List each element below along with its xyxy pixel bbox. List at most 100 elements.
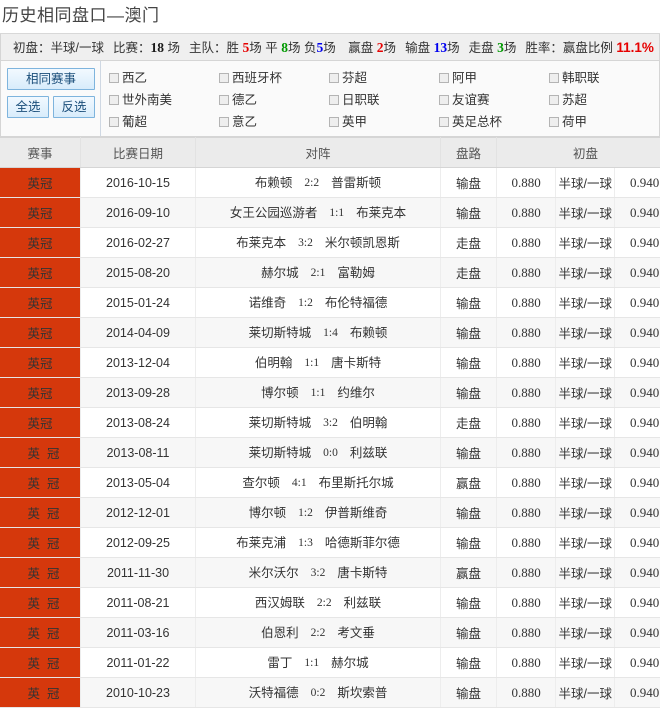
home-team: 女王公园巡游者: [230, 204, 318, 222]
league-checkbox-item[interactable]: 韩职联: [549, 67, 659, 89]
league-checkbox-item[interactable]: 芬超: [329, 67, 439, 89]
league-checkbox-item[interactable]: 世外非洲: [439, 133, 549, 136]
away-odds: 0.940: [615, 258, 660, 288]
league-checkbox-item[interactable]: 荷甲: [549, 111, 659, 133]
home-odds: 0.880: [497, 378, 556, 408]
header-league: 赛事: [0, 138, 81, 168]
checkbox-icon[interactable]: [549, 95, 559, 105]
match-fixture: 伯明翰1:1唐卡斯特: [196, 348, 441, 378]
stat-win-plate: 赢盘 2场: [348, 41, 396, 55]
checkbox-icon[interactable]: [109, 73, 119, 83]
table-row[interactable]: 英冠2015-08-20赫尔城2:1富勒姆走盘0.880半球/一球0.940: [0, 258, 660, 288]
league-checkbox-item[interactable]: 英足总杯: [439, 111, 549, 133]
match-date: 2011-01-22: [81, 648, 196, 678]
table-row[interactable]: 英冠2013-08-11莱切斯特城0:0利兹联输盘0.880半球/一球0.940: [0, 438, 660, 468]
page-title: 历史相同盘口—澳门: [0, 0, 660, 34]
league-checkbox-item[interactable]: 意乙: [219, 111, 329, 133]
checkbox-icon[interactable]: [439, 117, 449, 127]
away-team: 利兹联: [350, 444, 388, 462]
table-row[interactable]: 英冠2010-10-23沃特福德0:2斯坎索普输盘0.880半球/一球0.940: [0, 678, 660, 708]
checkbox-icon[interactable]: [219, 95, 229, 105]
league-checkbox-item[interactable]: 苏超: [549, 89, 659, 111]
league-checkbox-item[interactable]: 荷乙: [549, 133, 659, 136]
handicap-value: 半球/一球: [556, 408, 615, 438]
invert-selection-button[interactable]: 反选: [53, 96, 95, 118]
table-row[interactable]: 英冠2013-08-24莱切斯特城3:2伯明翰走盘0.880半球/一球0.940: [0, 408, 660, 438]
league-checkbox-item[interactable]: 友谊赛: [439, 89, 549, 111]
away-odds: 0.940: [615, 288, 660, 318]
checkbox-icon[interactable]: [219, 73, 229, 83]
home-odds: 0.880: [497, 408, 556, 438]
away-odds: 0.940: [615, 588, 660, 618]
plate-result: 赢盘: [441, 558, 497, 588]
league-checkbox-item[interactable]: 德乙: [219, 89, 329, 111]
away-odds: 0.940: [615, 678, 660, 708]
checkbox-icon[interactable]: [109, 95, 119, 105]
league-checkbox-item[interactable]: 日职联: [329, 89, 439, 111]
league-badge-label: 英冠: [0, 623, 87, 642]
match-score: 1:1: [311, 384, 326, 402]
match-date: 2011-11-30: [81, 558, 196, 588]
match-date: 2014-04-09: [81, 318, 196, 348]
league-checkbox-item[interactable]: 葡超: [109, 111, 219, 133]
table-row[interactable]: 英冠2016-09-10女王公园巡游者1:1布莱克本输盘0.880半球/一球0.…: [0, 198, 660, 228]
away-team: 利兹联: [344, 594, 382, 612]
same-league-button[interactable]: 相同赛事: [7, 68, 95, 90]
handicap-value: 半球/一球: [556, 648, 615, 678]
home-odds: 0.880: [497, 468, 556, 498]
league-badge: 英冠: [0, 318, 81, 348]
table-row[interactable]: 英冠2013-05-04查尔顿4:1布里斯托尔城赢盘0.880半球/一球0.94…: [0, 468, 660, 498]
league-badge: 英冠: [0, 648, 81, 678]
home-team: 雷丁: [267, 654, 292, 672]
table-row[interactable]: 英冠2016-02-27布莱克本3:2米尔顿凯恩斯走盘0.880半球/一球0.9…: [0, 228, 660, 258]
checkbox-icon[interactable]: [219, 117, 229, 127]
handicap-value: 半球/一球: [556, 258, 615, 288]
league-checkbox-item[interactable]: 阿甲: [439, 67, 549, 89]
match-fixture: 莱切斯特城0:0利兹联: [196, 438, 441, 468]
checkbox-icon[interactable]: [549, 73, 559, 83]
table-row[interactable]: 英冠2013-12-04伯明翰1:1唐卡斯特输盘0.880半球/一球0.940: [0, 348, 660, 378]
match-date: 2012-12-01: [81, 498, 196, 528]
checkbox-icon[interactable]: [439, 73, 449, 83]
table-row[interactable]: 英冠2011-08-21西汉姆联2:2利兹联输盘0.880半球/一球0.940: [0, 588, 660, 618]
checkbox-icon[interactable]: [439, 95, 449, 105]
header-match: 对阵: [196, 138, 441, 168]
league-checkbox-item[interactable]: 世外欧洲: [219, 133, 329, 136]
league-checkbox-item[interactable]: 瑞典超: [109, 133, 219, 136]
league-checkbox-item[interactable]: 世外南美: [109, 89, 219, 111]
table-row[interactable]: 英冠2015-01-24诺维奇1:2布伦特福德输盘0.880半球/一球0.940: [0, 288, 660, 318]
league-checkbox-label: 意乙: [232, 111, 257, 133]
home-odds: 0.880: [497, 558, 556, 588]
stat-initial-handicap: 初盘：半球/一球: [13, 41, 104, 55]
select-all-button[interactable]: 全选: [7, 96, 49, 118]
match-score: 2:1: [311, 264, 326, 282]
table-row[interactable]: 英冠2012-12-01博尔顿1:2伊普斯维奇输盘0.880半球/一球0.940: [0, 498, 660, 528]
checkbox-icon[interactable]: [549, 117, 559, 127]
league-checkbox-label: 韩职联: [562, 67, 600, 89]
table-row[interactable]: 英冠2012-09-25布莱克浦1:3哈德斯菲尔德输盘0.880半球/一球0.9…: [0, 528, 660, 558]
match-fixture: 博尔顿1:2伊普斯维奇: [196, 498, 441, 528]
league-checkbox-item[interactable]: 巴西甲: [329, 133, 439, 136]
match-fixture: 女王公园巡游者1:1布莱克本: [196, 198, 441, 228]
filter-buttons-group: 相同赛事 全选反选: [1, 61, 101, 136]
league-checkbox-item[interactable]: 西乙: [109, 67, 219, 89]
table-row[interactable]: 英冠2011-01-22雷丁1:1赫尔城输盘0.880半球/一球0.940: [0, 648, 660, 678]
table-row[interactable]: 英冠2016-10-15布赖顿2:2普雷斯顿输盘0.880半球/一球0.940: [0, 168, 660, 198]
checkbox-icon[interactable]: [329, 73, 339, 83]
table-row[interactable]: 英冠2011-11-30米尔沃尔3:2唐卡斯特赢盘0.880半球/一球0.940: [0, 558, 660, 588]
away-team: 斯坎索普: [337, 684, 387, 702]
checkbox-icon[interactable]: [109, 117, 119, 127]
league-checkbox-item[interactable]: 英甲: [329, 111, 439, 133]
checkbox-icon[interactable]: [329, 95, 339, 105]
table-header-row: 赛事 比赛日期 对阵 盘路 初盘: [0, 138, 660, 168]
table-row[interactable]: 英冠2014-04-09莱切斯特城1:4布赖顿输盘0.880半球/一球0.940: [0, 318, 660, 348]
away-team: 考文垂: [337, 624, 375, 642]
league-checkbox-item[interactable]: 西班牙杯: [219, 67, 329, 89]
checkbox-icon[interactable]: [329, 117, 339, 127]
table-row[interactable]: 英冠2011-03-16伯恩利2:2考文垂输盘0.880半球/一球0.940: [0, 618, 660, 648]
league-badge-label: 英冠: [0, 473, 87, 492]
handicap-value: 半球/一球: [556, 558, 615, 588]
home-team: 西汉姆联: [255, 594, 305, 612]
table-row[interactable]: 英冠2013-09-28博尔顿1:1约维尔输盘0.880半球/一球0.940: [0, 378, 660, 408]
match-score: 0:0: [323, 444, 338, 462]
